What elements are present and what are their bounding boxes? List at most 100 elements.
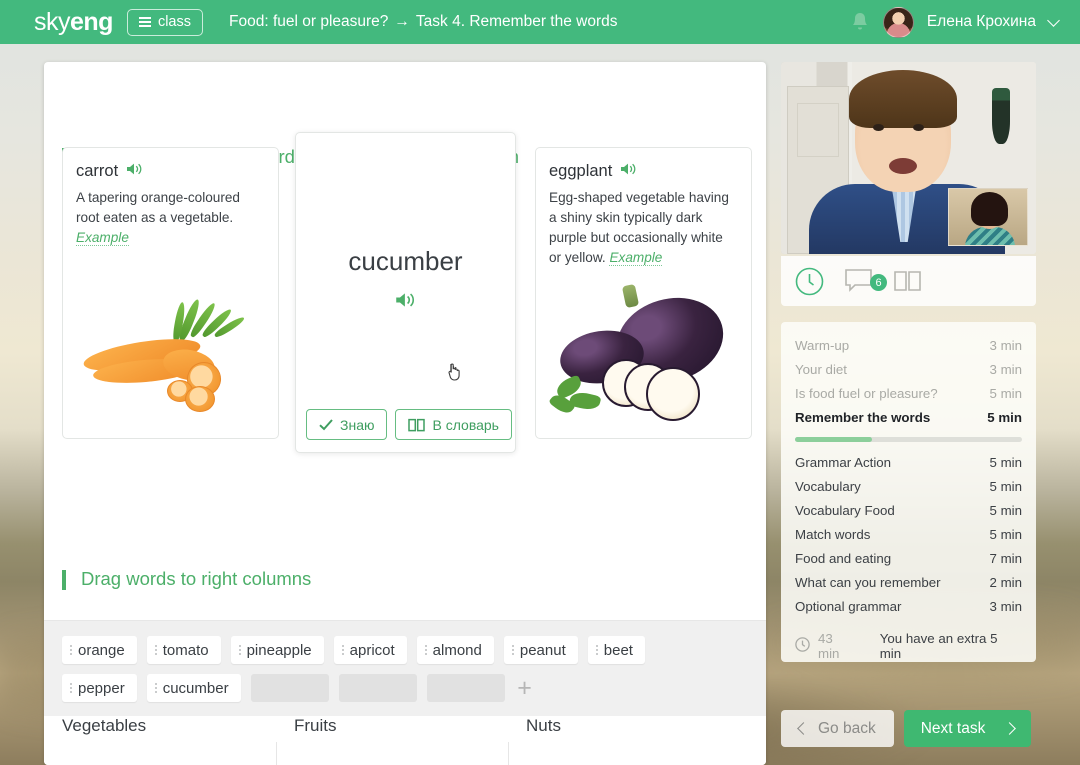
avatar[interactable] — [882, 6, 914, 38]
plan-item-label: Vocabulary — [795, 479, 861, 494]
word-label: carrot — [76, 162, 119, 180]
chevron-down-icon[interactable] — [1047, 13, 1060, 27]
plan-item-time: 3 min — [989, 338, 1022, 353]
lesson-plan-item[interactable]: Food and eating 7 min — [795, 547, 1022, 571]
word-chip-label: peanut — [519, 641, 566, 659]
word-chip[interactable]: orange — [62, 636, 137, 664]
word-chip-label: orange — [78, 641, 125, 659]
skyeng-logo[interactable]: skyeng — [34, 8, 113, 37]
lesson-plan-item[interactable]: Your diet 3 min — [795, 358, 1022, 382]
clock-icon[interactable] — [795, 267, 824, 296]
word-chip-label: cucumber — [162, 679, 229, 697]
lesson-plan-item[interactable]: Grammar Action 5 min — [795, 451, 1022, 475]
logo-eng: eng — [70, 7, 113, 36]
lesson-plan-item[interactable]: What can you remember 2 min — [795, 571, 1022, 595]
lesson-plan-item[interactable]: Vocabulary 5 min — [795, 475, 1022, 499]
category-columns: Vegetables Fruits Nuts walnutapplecherry — [44, 716, 766, 765]
word-chip-label: apricot — [349, 641, 395, 659]
main-content-panel: Have a look at these words and try to me… — [44, 62, 766, 765]
example-link[interactable]: Example — [609, 250, 663, 266]
logo-sky: sky — [34, 7, 71, 36]
add-to-dictionary-button[interactable]: В словарь — [395, 409, 512, 440]
plan-item-label: Your diet — [795, 362, 847, 377]
plan-item-label: Remember the words — [795, 410, 931, 425]
word-chip[interactable]: apricot — [333, 636, 407, 664]
lesson-plan-item[interactable]: Optional grammar 3 min — [795, 595, 1022, 619]
word-chip[interactable]: pepper — [62, 674, 137, 702]
speaker-icon[interactable] — [620, 162, 637, 181]
word-label: cucumber — [348, 246, 463, 276]
word-label: eggplant — [549, 162, 613, 180]
drag-grip-icon[interactable] — [70, 683, 72, 693]
plan-item-label: Warm-up — [795, 338, 850, 353]
lesson-plan-item[interactable]: Warm-up 3 min — [795, 334, 1022, 358]
bell-icon[interactable] — [850, 11, 870, 33]
plan-item-label: Food and eating — [795, 551, 892, 566]
drag-grip-icon[interactable] — [341, 645, 344, 655]
class-menu-button[interactable]: class — [126, 8, 203, 36]
word-chip-label: beet — [603, 641, 633, 659]
plan-item-label: Is food fuel or pleasure? — [795, 386, 938, 401]
lesson-plan-footer: 43 min You have an extra 5 min — [795, 631, 1022, 661]
lesson-plan-item[interactable]: Vocabulary Food 5 min — [795, 499, 1022, 523]
self-video-preview[interactable] — [948, 188, 1028, 246]
drag-grip-icon[interactable] — [154, 645, 157, 655]
empty-drop-slot[interactable] — [250, 674, 329, 702]
task-progress-bar — [795, 437, 1022, 442]
carrot-image — [63, 297, 278, 430]
word-chip-label: almond — [432, 641, 482, 659]
dictionary-button-label: В словарь — [432, 416, 499, 433]
word-chip[interactable]: beet — [587, 636, 645, 664]
column-fruits: Fruits — [294, 716, 337, 736]
chat-icon[interactable]: 6 — [844, 268, 887, 294]
book-icon — [408, 418, 426, 431]
word-definition: A tapering orange-coloured root eaten as… — [63, 181, 278, 248]
plan-item-time: 5 min — [989, 503, 1022, 518]
drag-grip-icon[interactable] — [154, 683, 157, 693]
column-divider — [508, 742, 509, 765]
lesson-plan-item[interactable]: Match words 5 min — [795, 523, 1022, 547]
drag-section-title: Drag words to right columns — [62, 568, 311, 590]
plan-item-time: 3 min — [989, 599, 1022, 614]
definition-text: A tapering orange-coloured root eaten as… — [76, 190, 240, 225]
word-chip[interactable]: pineapple — [230, 636, 324, 664]
word-card-carrot[interactable]: carrot A tapering orange-coloured root e… — [62, 147, 279, 439]
card-header: eggplant — [536, 148, 751, 181]
hamburger-icon — [138, 17, 151, 27]
class-button-label: class — [157, 14, 191, 30]
word-card-eggplant[interactable]: eggplant Egg-shaped vegetable having a s… — [535, 147, 752, 439]
drag-grip-icon[interactable] — [70, 645, 72, 655]
word-chip[interactable]: cucumber — [146, 674, 241, 702]
word-definition: Egg-shaped vegetable having a shiny skin… — [536, 181, 751, 268]
word-card-cucumber[interactable]: cucumber Знаю В словарь — [295, 132, 516, 453]
speaker-icon[interactable] — [126, 162, 143, 181]
breadcrumb: Food: fuel or pleasure? → Task 4. Remember… — [229, 13, 617, 31]
lesson-plan-item[interactable]: Remember the words 5 min — [795, 406, 1022, 430]
add-word-button[interactable]: + — [515, 674, 535, 702]
know-button[interactable]: Знаю — [306, 409, 388, 440]
plan-item-label: What can you remember — [795, 575, 941, 590]
drag-grip-icon[interactable] — [238, 645, 241, 655]
word-chip-label: pepper — [78, 679, 125, 697]
speaker-icon[interactable] — [296, 291, 515, 309]
session-tools-bar: 6 — [781, 256, 1036, 306]
drag-grip-icon[interactable] — [595, 645, 598, 655]
empty-drop-slot[interactable] — [426, 674, 505, 702]
word-card-list: carrot A tapering orange-coloured root e… — [62, 132, 752, 453]
book-icon[interactable] — [893, 269, 922, 293]
example-link[interactable]: Example — [76, 230, 129, 246]
next-task-button[interactable]: Next task — [903, 710, 1032, 747]
drag-grip-icon[interactable] — [424, 645, 427, 655]
plan-item-time: 5 min — [989, 455, 1022, 470]
plan-item-time: 7 min — [989, 551, 1022, 566]
word-chip[interactable]: peanut — [503, 636, 578, 664]
lesson-plan-item[interactable]: Is food fuel or pleasure? 5 min — [795, 382, 1022, 406]
empty-drop-slot[interactable] — [338, 674, 417, 702]
word-chip[interactable]: tomato — [146, 636, 221, 664]
word-chip-label: tomato — [162, 641, 209, 659]
word-chip[interactable]: almond — [416, 636, 494, 664]
go-back-button[interactable]: Go back — [781, 710, 894, 747]
breadcrumb-lesson[interactable]: Food: fuel or pleasure? — [229, 13, 388, 30]
drag-grip-icon[interactable] — [511, 645, 514, 655]
teacher-video-feed[interactable] — [781, 62, 1036, 254]
